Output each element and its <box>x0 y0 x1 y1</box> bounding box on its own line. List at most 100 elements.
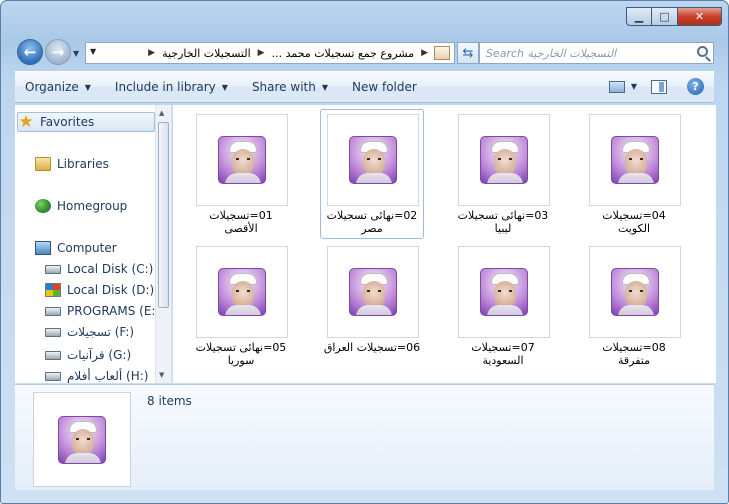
navigation-row: ← → ▼ ▶ مشروع جمع تسجيلات محمد ... ▶ الت… <box>15 37 714 69</box>
share-with-label: Share with <box>251 80 316 94</box>
chevron-down-icon: ▼ <box>321 82 328 92</box>
recent-pages-dropdown[interactable]: ▼ <box>73 49 79 58</box>
new-folder-button[interactable]: New folder <box>352 80 417 94</box>
breadcrumb-current[interactable]: التسجيلات الخارجية <box>158 47 255 60</box>
folder-thumbnail <box>589 246 681 338</box>
address-dropdown[interactable]: ▼ <box>90 47 96 56</box>
nav-item-label: Favorites <box>40 115 95 129</box>
folder-item[interactable]: 03=نهائى تسجيلات ليبيا <box>451 109 555 239</box>
folder-item[interactable]: 05=نهائى تسجيلات سوريا <box>189 241 293 371</box>
breadcrumb-parent[interactable]: مشروع جمع تسجيلات محمد ... <box>268 47 418 60</box>
folder-name: 04=تسجيلات الكويت <box>602 209 666 235</box>
nav-item-drive-h[interactable]: ألعاب أفلام (H:) <box>45 366 155 383</box>
star-icon: ★ <box>18 112 34 132</box>
breadcrumb-separator[interactable]: ▶ <box>255 48 268 58</box>
navigation-pane: ★ Favorites Libraries Homegroup Computer… <box>15 105 172 383</box>
folder-item[interactable]: 02=نهائى تسجيلات مصر <box>320 109 424 239</box>
nav-item-drive-g[interactable]: قرآنيات (G:) <box>45 345 155 365</box>
window-controls: ▁ □ ✕ <box>626 7 722 26</box>
explorer-window: ▁ □ ✕ ← → ▼ ▶ مشروع جمع تسجيلات محمد ...… <box>0 0 729 504</box>
homegroup-icon <box>35 199 51 213</box>
command-bar: Organize ▼ Include in library ▼ Share wi… <box>15 71 714 103</box>
portrait-image <box>349 136 397 184</box>
scroll-up-icon[interactable]: ▲ <box>159 109 164 117</box>
nav-item-libraries[interactable]: Libraries <box>35 154 155 174</box>
nav-item-label: Local Disk (C:) <box>67 262 154 276</box>
folder-thumbnail <box>196 114 288 206</box>
details-thumbnail <box>33 392 131 487</box>
portrait-image <box>218 268 266 316</box>
folder-item[interactable]: 06=تسجيلات العراق <box>320 241 424 371</box>
portrait-image <box>611 268 659 316</box>
folder-name: 01=تسجيلات الأقصى <box>209 209 273 235</box>
portrait-image <box>349 268 397 316</box>
folder-thumbnail <box>458 114 550 206</box>
folder-item[interactable]: 07=تسجيلات السعودية <box>451 241 555 371</box>
portrait-image <box>58 415 106 464</box>
hard-disk-icon <box>45 327 61 337</box>
folder-name: 05=نهائى تسجيلات سوريا <box>195 341 287 367</box>
item-count: 8 items <box>147 394 192 408</box>
nav-item-label: Local Disk (D:) <box>67 283 155 297</box>
refresh-button[interactable]: ⇆ <box>457 42 479 64</box>
folder-item[interactable]: 01=تسجيلات الأقصى <box>189 109 293 239</box>
breadcrumb-separator[interactable]: ▶ <box>145 48 158 58</box>
folder-name: 08=تسجيلات متفرقة <box>602 341 666 367</box>
change-view-icon[interactable] <box>608 80 625 93</box>
folder-item[interactable]: 08=تسجيلات متفرقة <box>582 241 686 371</box>
arrow-right-icon: → <box>51 43 65 61</box>
nav-item-label: Libraries <box>57 157 109 171</box>
nav-item-drive-f[interactable]: تسجيلات (F:) <box>45 322 155 342</box>
toolbar-right-group: ▼ ? <box>608 78 704 95</box>
search-icon[interactable] <box>697 46 708 57</box>
folder-thumbnail <box>458 246 550 338</box>
nav-scrollbar[interactable]: ▲ ▼ <box>155 105 171 383</box>
nav-item-label: PROGRAMS (E:) <box>67 304 161 318</box>
hard-disk-icon <box>45 350 61 360</box>
back-button[interactable]: ← <box>17 39 43 65</box>
portrait-image <box>480 268 528 316</box>
folder-name: 07=تسجيلات السعودية <box>471 341 535 367</box>
details-pane: 8 items <box>15 384 714 490</box>
folder-item[interactable]: 04=تسجيلات الكويت <box>582 109 686 239</box>
file-list: 01=تسجيلات الأقصى 02=نهائى تسجيلات مصر 0… <box>173 105 716 383</box>
arrow-left-icon: ← <box>23 43 37 61</box>
view-options-dropdown[interactable]: ▼ <box>631 82 637 91</box>
hard-disk-icon <box>45 306 61 316</box>
chevron-down-icon: ▼ <box>221 82 228 92</box>
close-button[interactable]: ✕ <box>678 7 722 26</box>
computer-icon <box>35 241 51 255</box>
forward-button[interactable]: → <box>45 39 71 65</box>
help-icon[interactable]: ? <box>687 78 704 95</box>
folder-thumbnail <box>589 114 681 206</box>
nav-item-favorites[interactable]: ★ Favorites <box>17 112 155 132</box>
folder-thumbnail <box>327 114 419 206</box>
search-input[interactable]: Search التسجيلات الخارجية <box>479 42 714 64</box>
nav-item-computer[interactable]: Computer <box>35 238 155 258</box>
organize-menu[interactable]: Organize ▼ <box>25 80 91 94</box>
nav-item-label: Computer <box>57 241 117 255</box>
libraries-icon <box>35 157 51 171</box>
new-folder-label: New folder <box>352 80 417 94</box>
windows-disk-icon <box>45 283 61 297</box>
nav-item-drive-d[interactable]: Local Disk (D:) <box>45 280 155 300</box>
nav-item-label: قرآنيات (G:) <box>67 348 132 362</box>
refresh-icon: ⇆ <box>462 45 474 61</box>
scrollbar-thumb[interactable] <box>158 122 169 308</box>
include-in-library-menu[interactable]: Include in library ▼ <box>115 80 228 94</box>
minimize-button[interactable]: ▁ <box>626 7 652 26</box>
scroll-down-icon[interactable]: ▼ <box>159 371 164 379</box>
nav-item-drive-e[interactable]: PROGRAMS (E:) <box>45 301 160 321</box>
chevron-down-icon: ▼ <box>84 82 91 92</box>
organize-label: Organize <box>25 80 79 94</box>
nav-item-label: ألعاب أفلام (H:) <box>67 369 149 383</box>
search-placeholder: Search التسجيلات الخارجية <box>486 46 617 60</box>
hard-disk-icon <box>45 371 61 381</box>
address-bar[interactable]: ▶ مشروع جمع تسجيلات محمد ... ▶ التسجيلات… <box>85 42 455 64</box>
maximize-button[interactable]: □ <box>652 7 678 26</box>
breadcrumb-separator[interactable]: ▶ <box>418 48 431 58</box>
nav-item-drive-c[interactable]: Local Disk (C:) <box>45 259 155 279</box>
preview-pane-icon[interactable] <box>651 79 667 94</box>
nav-item-homegroup[interactable]: Homegroup <box>35 196 155 216</box>
share-with-menu[interactable]: Share with ▼ <box>252 80 328 94</box>
